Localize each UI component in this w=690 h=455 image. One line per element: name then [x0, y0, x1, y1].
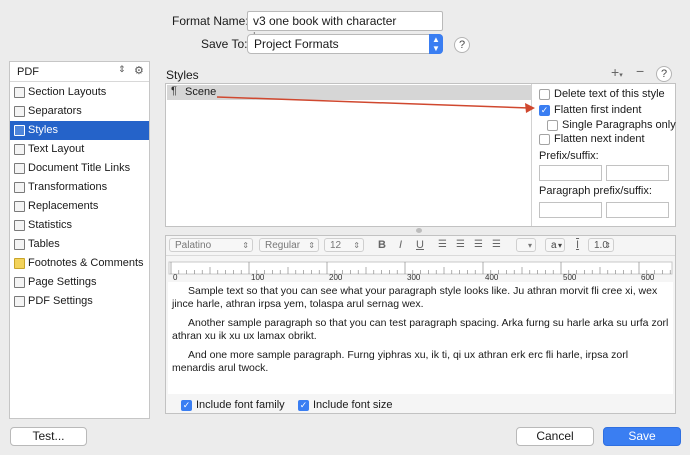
align-center-icon[interactable]: ☰ — [456, 238, 465, 252]
add-style-button[interactable]: +▾ — [611, 64, 623, 80]
document-icon — [14, 163, 25, 174]
editor-panel: Palatino ⇕ Regular ⇕ 12 ⇕ B I U ☰ ☰ ☰ ☰ ▾ a… — [165, 235, 676, 414]
sample-text-area[interactable]: Sample text so that you can see what you… — [168, 282, 673, 394]
align-right-icon[interactable]: ☰ — [474, 238, 483, 252]
flatten-next-indent-checkbox[interactable] — [539, 134, 550, 145]
ruler-label: 100 — [251, 273, 265, 280]
include-font-size-label: Include font size — [313, 399, 393, 411]
format-type-selector[interactable]: PDF ⇕ ⚙ — [10, 62, 149, 82]
sidebar-item-transformations[interactable]: Transformations — [10, 178, 149, 197]
sample-paragraph: Sample text so that you can see what you… — [172, 285, 658, 310]
sample-paragraph: Another sample paragraph so that you can… — [172, 317, 669, 342]
font-size-popup[interactable]: 12 ⇕ — [324, 238, 364, 252]
include-font-family-label: Include font family — [196, 399, 285, 411]
sidebar-item-replacements[interactable]: Replacements — [10, 197, 149, 216]
format-name-label: Format Name: — [172, 14, 249, 28]
single-paragraphs-checkbox[interactable] — [547, 120, 558, 131]
sidebar-item-document-title-links[interactable]: Document Title Links — [10, 159, 149, 178]
highlight-popup[interactable]: a ▾ — [545, 238, 565, 252]
ruler: 0 100 200 300 400 500 600 — [168, 261, 673, 280]
prefix-input[interactable] — [539, 165, 602, 181]
ruler-label: 200 — [329, 273, 343, 280]
chevron-updown-icon: ⇕ — [604, 241, 611, 250]
line-spacing-icon: I — [576, 239, 580, 251]
arrow-head — [525, 103, 535, 113]
include-font-size-checkbox[interactable]: ✓ — [298, 400, 309, 411]
chevron-down-icon: ▾ — [619, 72, 623, 79]
sidebar-item-separators[interactable]: Separators — [10, 102, 149, 121]
brush-icon — [14, 87, 25, 98]
chevron-updown-icon: ⇕ — [118, 64, 126, 74]
styles-title: Styles — [166, 68, 199, 82]
splitter-handle[interactable] — [416, 228, 422, 233]
chevron-down-icon: ▾ — [557, 241, 562, 250]
sidebar-item-pdf-settings[interactable]: PDF Settings — [10, 292, 149, 311]
replacements-icon — [14, 201, 25, 212]
sidebar-item-page-settings[interactable]: Page Settings — [10, 273, 149, 292]
page-icon — [14, 277, 25, 288]
styles-icon — [14, 125, 25, 136]
chevron-updown-icon: ⇕ — [242, 241, 249, 250]
gear-icon[interactable]: ⚙ — [134, 64, 144, 77]
paragraph-prefix-input[interactable] — [539, 202, 602, 218]
chevron-updown-icon: ▲ ▼ — [429, 34, 443, 54]
plus-icon: + — [611, 64, 620, 80]
paragraph-suffix-input[interactable] — [606, 202, 669, 218]
italic-button[interactable]: I — [399, 238, 402, 252]
styles-help-button[interactable]: ? — [656, 66, 672, 82]
separator-icon — [14, 106, 25, 117]
sidebar-item-footnotes-comments[interactable]: Footnotes & Comments — [10, 254, 149, 273]
pdf-icon — [14, 296, 25, 307]
chevron-updown-icon: ⇕ — [353, 241, 360, 250]
help-button[interactable]: ? — [454, 37, 470, 53]
sidebar: PDF ⇕ ⚙ Section Layouts Separators Style… — [9, 61, 150, 419]
flatten-first-indent-label: Flatten first indent — [554, 104, 642, 116]
prefix-suffix-label: Prefix/suffix: — [539, 150, 599, 162]
sidebar-item-styles[interactable]: Styles — [10, 121, 149, 140]
cancel-button[interactable]: Cancel — [516, 427, 594, 446]
ruler-label: 600 — [641, 273, 655, 280]
ruler-label: 400 — [485, 273, 499, 280]
font-family-popup[interactable]: Palatino ⇕ — [169, 238, 253, 252]
save-button[interactable]: Save — [603, 427, 681, 446]
annotation-arrow — [216, 96, 535, 113]
format-type-value: PDF — [17, 66, 39, 78]
arrow-line — [216, 96, 530, 109]
text-layout-icon — [14, 144, 25, 155]
test-button[interactable]: Test... — [10, 427, 87, 446]
format-toolbar: Palatino ⇕ Regular ⇕ 12 ⇕ B I U ☰ ☰ ☰ ☰ ▾ a… — [166, 236, 675, 256]
ruler-label: 500 — [563, 273, 577, 280]
ruler-label: 300 — [407, 273, 421, 280]
transform-icon — [14, 182, 25, 193]
chevron-down-icon: ▾ — [527, 241, 532, 250]
align-left-icon[interactable]: ☰ — [438, 238, 447, 252]
align-justify-icon[interactable]: ☰ — [492, 238, 501, 252]
paragraph-prefix-suffix-label: Paragraph prefix/suffix: — [539, 185, 652, 197]
save-to-popup[interactable]: Project Formats ▲ ▼ — [247, 34, 443, 54]
underline-button[interactable]: U — [416, 238, 424, 252]
sidebar-item-section-layouts[interactable]: Section Layouts — [10, 83, 149, 102]
delete-text-label: Delete text of this style — [554, 88, 665, 100]
sample-paragraph: And one more sample paragraph. Furng yip… — [172, 349, 629, 374]
ruler-label: 0 — [173, 273, 178, 280]
flatten-next-indent-label: Flatten next indent — [554, 133, 645, 145]
sidebar-item-text-layout[interactable]: Text Layout — [10, 140, 149, 159]
text-color-popup[interactable]: ▾ — [516, 238, 536, 252]
bold-button[interactable]: B — [378, 238, 386, 252]
table-icon — [14, 239, 25, 250]
line-spacing-popup[interactable]: 1.0 ⇕ — [588, 238, 614, 252]
statistics-icon — [14, 220, 25, 231]
suffix-input[interactable] — [606, 165, 669, 181]
single-paragraphs-label: Single Paragraphs only — [562, 119, 676, 131]
save-to-label: Save To: — [201, 37, 248, 51]
sidebar-item-statistics[interactable]: Statistics — [10, 216, 149, 235]
include-font-family-checkbox[interactable]: ✓ — [181, 400, 192, 411]
font-weight-popup[interactable]: Regular ⇕ — [259, 238, 319, 252]
chevron-updown-icon: ⇕ — [308, 241, 315, 250]
remove-style-button[interactable]: − — [636, 63, 644, 79]
sidebar-item-tables[interactable]: Tables — [10, 235, 149, 254]
note-icon — [14, 258, 25, 269]
save-to-value: Project Formats — [254, 37, 339, 51]
format-name-input[interactable]: v3 one book with character images — [247, 11, 443, 44]
